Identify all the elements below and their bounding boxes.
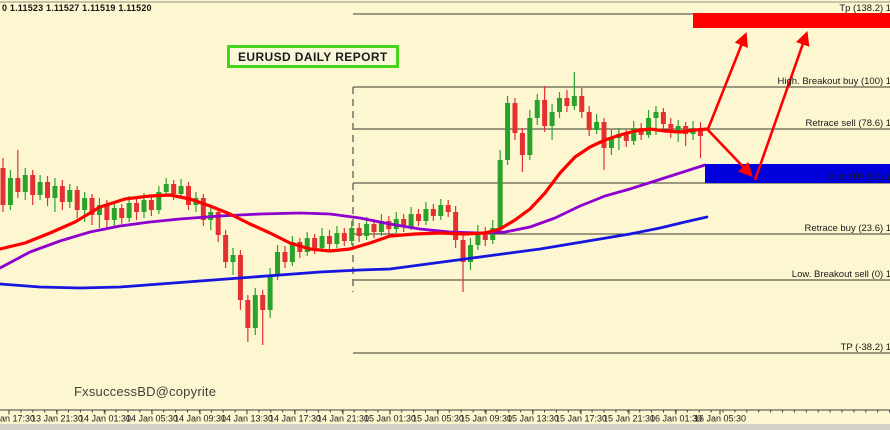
candle-body [349, 228, 354, 241]
price-chart-canvas[interactable]: Tp (138.2) 1.1 High. Breakout buy (100) 1… [0, 0, 890, 430]
candle-body [557, 98, 562, 112]
time-axis-label: 14 Jan 17:30 [269, 414, 321, 424]
candle-body [119, 208, 124, 218]
candle-body [550, 112, 555, 126]
watermark-text: FxsuccessBD@copyrite [74, 384, 216, 399]
candle-body [646, 118, 651, 135]
candle-body [498, 160, 503, 228]
candle-body [112, 208, 117, 220]
candle-body [364, 224, 369, 236]
candle-body [587, 112, 592, 130]
candle-body [245, 300, 250, 328]
candle-body [505, 103, 510, 160]
candle-body [594, 122, 599, 130]
candle-body [320, 236, 325, 248]
candle-body [357, 228, 362, 236]
candle-body [179, 186, 184, 194]
time-axis-label: 15 Jan 21:30 [603, 414, 655, 424]
candle-body [38, 182, 43, 195]
time-axis-label: 15 Jan 01:30 [364, 414, 416, 424]
candle-body [223, 235, 228, 262]
time-axis-label: 13 Jan 17:30 [0, 414, 35, 424]
fib-level-label: Retrace buy (23.6) 1.1 [804, 223, 890, 234]
candlestick-series [1, 72, 703, 345]
candle-body [134, 203, 139, 212]
candle-body [520, 133, 525, 155]
candle-body [446, 205, 451, 212]
report-title-label: EURUSD DAILY REPORT [238, 50, 388, 64]
trading-chart-window: Tp (138.2) 1.1 High. Breakout buy (100) 1… [0, 0, 890, 430]
candle-body [409, 214, 414, 227]
candle-body [416, 214, 421, 221]
candle-body [512, 103, 517, 133]
candle-body [282, 252, 287, 262]
candle-body [171, 184, 176, 194]
fib-level-label: Tp (138.2) 1.1 [839, 3, 890, 14]
candle-body [52, 186, 57, 198]
fib-level-label: TP (-38.2) 1.1 [841, 342, 890, 353]
candle-body [535, 100, 540, 118]
candle-body [579, 96, 584, 112]
candle-body [275, 252, 280, 275]
ohlc-quote-readout: 0 1.11523 1.11527 1.11519 1.11520 [2, 3, 152, 13]
time-axis-label: 14 Jan 21:30 [317, 414, 369, 424]
candle-body [231, 255, 236, 262]
candle-body [104, 205, 109, 220]
candle-body [423, 209, 428, 221]
candle-body [334, 233, 339, 244]
time-axis-label: 16 Jan 05:30 [694, 414, 746, 424]
candle-body [67, 190, 72, 202]
time-axis-label: 15 Jan 09:30 [460, 414, 512, 424]
candle-body [602, 122, 607, 148]
candle-body [431, 209, 436, 216]
candle-body [253, 295, 258, 328]
candle-body [438, 205, 443, 216]
time-axis-label: 15 Jan 13:30 [507, 414, 559, 424]
candle-body [572, 96, 577, 106]
tp-target-box [693, 13, 890, 28]
candle-body [268, 275, 273, 310]
time-axis-label: 13 Jan 21:30 [31, 414, 83, 424]
candle-body [312, 238, 317, 248]
candle-body [30, 175, 35, 195]
candle-body [661, 112, 666, 124]
report-title-badge: EURUSD DAILY REPORT [227, 45, 399, 68]
time-axis-label: 15 Jan 05:30 [412, 414, 464, 424]
candle-body [653, 112, 658, 118]
fib-level-label: Low. Breakout sell (0) 1.1 [792, 269, 890, 280]
candle-body [149, 200, 154, 210]
candle-body [82, 198, 87, 210]
candle-body [372, 224, 377, 232]
projection-arrow [708, 36, 745, 129]
candle-body [327, 236, 332, 244]
candle-body [260, 295, 265, 310]
candle-body [8, 178, 13, 205]
time-axis-label: 14 Jan 13:30 [221, 414, 273, 424]
candle-body [127, 203, 132, 218]
candle-body [141, 200, 146, 212]
fib-level-label: Retrace sell (78.6) 1.1 [806, 118, 890, 129]
candle-body [542, 100, 547, 126]
window-bottom-edge [0, 424, 890, 430]
time-axis-label: 14 Jan 09:30 [174, 414, 226, 424]
candle-body [23, 175, 28, 192]
candle-body [75, 190, 80, 210]
candle-body [453, 212, 458, 240]
candle-body [342, 233, 347, 241]
fib-level-label: High. Breakout buy (100) 1.1 [778, 76, 890, 87]
projection-arrow [755, 35, 806, 180]
time-axis-label: 14 Jan 01:30 [79, 414, 131, 424]
time-axis-label: 14 Jan 05:30 [126, 414, 178, 424]
time-axis-label: 15 Jan 17:30 [555, 414, 607, 424]
candle-body [60, 186, 65, 202]
candle-body [527, 118, 532, 155]
candle-body [15, 178, 20, 192]
candle-body [164, 184, 169, 192]
candle-body [564, 98, 569, 106]
candle-body [186, 186, 191, 205]
candle-body [45, 182, 50, 198]
candle-body [1, 168, 6, 205]
fib-level-label: Pivot/TP (50) 1.1 [828, 172, 890, 183]
